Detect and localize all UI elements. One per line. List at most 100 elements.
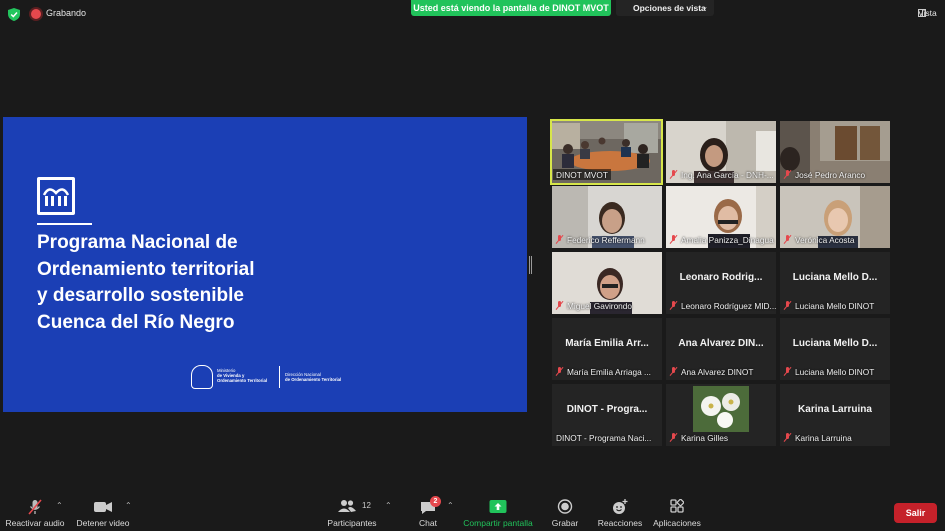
smiley-icon: [613, 499, 628, 514]
direction-text: Dirección Nacional de Ordenamiento Terri…: [285, 372, 341, 382]
recording-icon: [31, 9, 41, 19]
participant-name: Verónica Acosta: [795, 234, 855, 245]
muted-mic-icon: [784, 235, 791, 244]
participant-tile[interactable]: Federico Reffermann: [552, 186, 662, 248]
participant-name: Miguel Gavirondo: [567, 300, 633, 311]
view-options-button[interactable]: Opciones de vista ⌄: [616, 0, 714, 16]
video-options-caret[interactable]: ⌃: [125, 501, 132, 510]
stop-video-button[interactable]: Detener video: [74, 491, 132, 531]
chat-button[interactable]: 2 Chat: [412, 491, 444, 531]
muted-mic-icon: [556, 301, 563, 310]
participant-name-label: Amalia Panizza_Dinagua: [670, 234, 774, 245]
apps-label: Aplicaciones: [653, 518, 701, 528]
record-icon: [557, 499, 573, 514]
participant-display-name: Karina Larruina: [798, 404, 872, 415]
participants-options-caret[interactable]: ⌃: [385, 501, 392, 510]
share-screen-button[interactable]: Compartir pantalla: [462, 491, 534, 531]
participant-tile-dinot-mvot[interactable]: DINOT MVOT: [550, 119, 663, 185]
participant-name: Ing. Ana García - DNH-...: [681, 169, 774, 180]
participant-tile[interactable]: Amalia Panizza_Dinagua: [666, 186, 776, 248]
unmute-audio-label: Reactivar audio: [5, 518, 65, 528]
ministry-line: Ordenamiento Territorial: [217, 378, 268, 384]
participant-tile[interactable]: Verónica Acosta: [780, 186, 890, 248]
chevron-down-icon: ⌄: [702, 4, 708, 11]
participant-tile[interactable]: María Emilia Arr... María Emilia Arriaga…: [552, 318, 662, 380]
participant-tile[interactable]: Luciana Mello D... Luciana Mello DINOT: [780, 318, 890, 380]
participant-name-label: Ing. Ana García - DNH-...: [670, 169, 774, 180]
ministry-text: Ministerio de Vivienda y Ordenamiento Te…: [217, 368, 267, 384]
chat-unread-badge: 2: [430, 496, 441, 507]
slide-title-line: Cuenca del Río Negro: [37, 311, 235, 333]
participant-name-label: José Pedro Aranco: [784, 169, 865, 180]
muted-mic-icon: [784, 170, 791, 179]
record-button[interactable]: Grabar: [548, 491, 582, 531]
video-camera-icon: [94, 502, 112, 512]
reactions-button[interactable]: Reacciones: [596, 491, 644, 531]
meeting-toolbar: Reactivar audio ⌃ Detener video ⌃ 12 Par…: [0, 491, 945, 531]
participant-name: Federico Reffermann: [567, 234, 645, 245]
chat-options-caret[interactable]: ⌃: [447, 501, 454, 510]
view-options-label: Opciones de vista: [633, 3, 706, 13]
security-shield-icon[interactable]: [8, 8, 20, 21]
ministry-separator: [279, 366, 280, 388]
top-bar: Grabando Usted está viendo la pantalla d…: [0, 0, 945, 28]
participants-icon: [338, 500, 356, 512]
participant-name: Ana Alvarez DINOT: [681, 366, 754, 377]
muted-mic-icon: [670, 433, 677, 442]
participant-name-label: DINOT MVOT: [553, 169, 611, 180]
participant-name-label: Luciana Mello DINOT: [784, 300, 874, 311]
muted-mic-icon: [556, 235, 563, 244]
muted-mic-icon: [556, 367, 563, 376]
muted-mic-icon: [784, 433, 791, 442]
participant-display-name: Ana Alvarez DIN...: [678, 338, 764, 349]
view-button[interactable]: Vista: [906, 8, 937, 18]
participant-tile[interactable]: Miguel Gavirondo: [552, 252, 662, 314]
split-view-resize-handle[interactable]: [529, 256, 532, 274]
participant-tile[interactable]: Luciana Mello D... Luciana Mello DINOT: [780, 252, 890, 314]
slide-title-line: y desarrollo sostenible: [37, 285, 244, 306]
unmute-audio-button[interactable]: Reactivar audio: [4, 491, 66, 531]
program-logo: [37, 177, 75, 215]
participant-name: DINOT MVOT: [556, 169, 608, 180]
participants-count: 12: [362, 501, 371, 510]
participant-display-name: Leonaro Rodrig...: [679, 272, 763, 283]
participant-name: Karina Gilles: [681, 432, 729, 443]
participant-name: Luciana Mello DINOT: [795, 300, 875, 311]
muted-mic-icon: [670, 235, 677, 244]
grid-view-icon: [918, 9, 926, 17]
participant-name: Karina Larruina: [795, 432, 852, 443]
participant-name: José Pedro Aranco: [795, 169, 866, 180]
participant-name-label: Karina Gilles: [670, 432, 728, 443]
muted-mic-icon: [784, 367, 791, 376]
apps-icon: [670, 499, 684, 513]
chat-label: Chat: [419, 518, 437, 528]
participant-name: María Emilia Arriaga ...: [567, 366, 651, 377]
participant-display-name: María Emilia Arr...: [565, 338, 649, 349]
participant-name-label: Verónica Acosta: [784, 234, 855, 245]
slide-title: Programa Nacional de Ordenamiento territ…: [37, 230, 337, 336]
apps-button[interactable]: Aplicaciones: [652, 491, 702, 531]
participants-button[interactable]: 12 Participantes: [325, 491, 379, 531]
participant-tile[interactable]: Ing. Ana García - DNH-...: [666, 121, 776, 183]
participant-name-label: Luciana Mello DINOT: [784, 366, 874, 377]
participant-display-name: Luciana Mello D...: [792, 338, 878, 349]
reactions-label: Reacciones: [597, 518, 643, 528]
recording-label: Grabando: [46, 8, 87, 18]
stop-video-label: Detener video: [76, 518, 130, 528]
participant-tile[interactable]: Leonaro Rodrig... Leonaro Rodríguez MID.…: [666, 252, 776, 314]
participant-tile[interactable]: José Pedro Aranco: [780, 121, 890, 183]
participant-name-label: Karina Larruina: [784, 432, 852, 443]
participant-tile[interactable]: Karina Gilles: [666, 384, 776, 446]
profile-picture-flowers: [693, 386, 749, 432]
share-screen-label: Compartir pantalla: [463, 518, 533, 528]
muted-mic-icon: [670, 301, 677, 310]
leave-meeting-button[interactable]: Salir: [894, 503, 937, 523]
participant-name: Amalia Panizza_Dinagua: [681, 234, 774, 245]
participant-tile[interactable]: Ana Alvarez DIN... Ana Alvarez DINOT: [666, 318, 776, 380]
participant-name-label: Federico Reffermann: [556, 234, 645, 245]
participant-display-name: Luciana Mello D...: [792, 272, 878, 283]
participant-tile[interactable]: DINOT - Progra... DINOT - Programa Naci.…: [552, 384, 662, 446]
muted-mic-icon: [670, 170, 677, 179]
audio-options-caret[interactable]: ⌃: [56, 501, 63, 510]
participant-tile[interactable]: Karina Larruina Karina Larruina: [780, 384, 890, 446]
